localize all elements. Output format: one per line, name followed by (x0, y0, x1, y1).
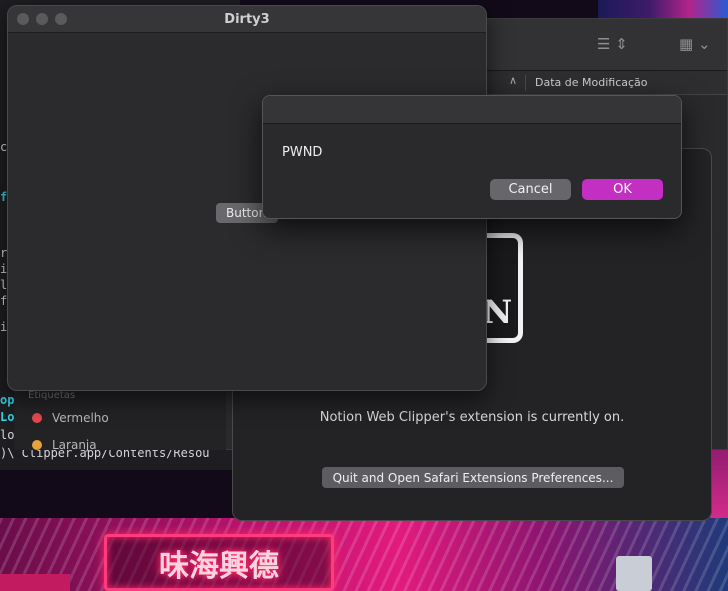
list-view-icon[interactable]: ☰ ⇕ (597, 35, 628, 53)
alert-message: PWND (282, 145, 323, 160)
air-conditioner (616, 556, 652, 591)
open-safari-preferences-button[interactable]: Quit and Open Safari Extensions Preferen… (322, 467, 624, 488)
grid-view-icon[interactable]: ▦ ⌄ (679, 35, 711, 53)
sidebar-tag-red[interactable]: Vermelho (32, 411, 109, 425)
ok-button[interactable]: OK (582, 179, 663, 200)
terminal-fragment: Lo (0, 410, 15, 424)
cancel-button[interactable]: Cancel (490, 179, 571, 200)
tag-label: Vermelho (52, 411, 109, 425)
sidebar-heading-tags: Etiquetas (28, 390, 76, 401)
alert-titlebar (263, 96, 681, 124)
tag-label: Laranja (52, 438, 97, 452)
neon-sign: 味海興德 (104, 534, 334, 591)
wallpaper-top-strip (598, 0, 728, 18)
tag-dot-icon (32, 440, 42, 450)
dirty3-titlebar[interactable]: Dirty3 (8, 6, 486, 33)
terminal-fragment: lo (0, 428, 15, 442)
window-title: Dirty3 (224, 12, 270, 27)
sidebar-tag-orange[interactable]: Laranja (32, 438, 97, 452)
neon-small-sign (0, 574, 70, 591)
extension-status-text: Notion Web Clipper's extension is curren… (319, 410, 625, 425)
tag-dot-icon (32, 413, 42, 423)
wallpaper-right-strip (710, 440, 728, 520)
notion-logo-letter: N (483, 293, 513, 331)
sort-chevron-icon[interactable]: ∧ (509, 74, 517, 87)
terminal-fragment: op (0, 393, 15, 407)
alert-dialog[interactable]: PWND Cancel OK (262, 95, 682, 219)
column-date-modified[interactable]: Data de Modificação (535, 76, 648, 89)
